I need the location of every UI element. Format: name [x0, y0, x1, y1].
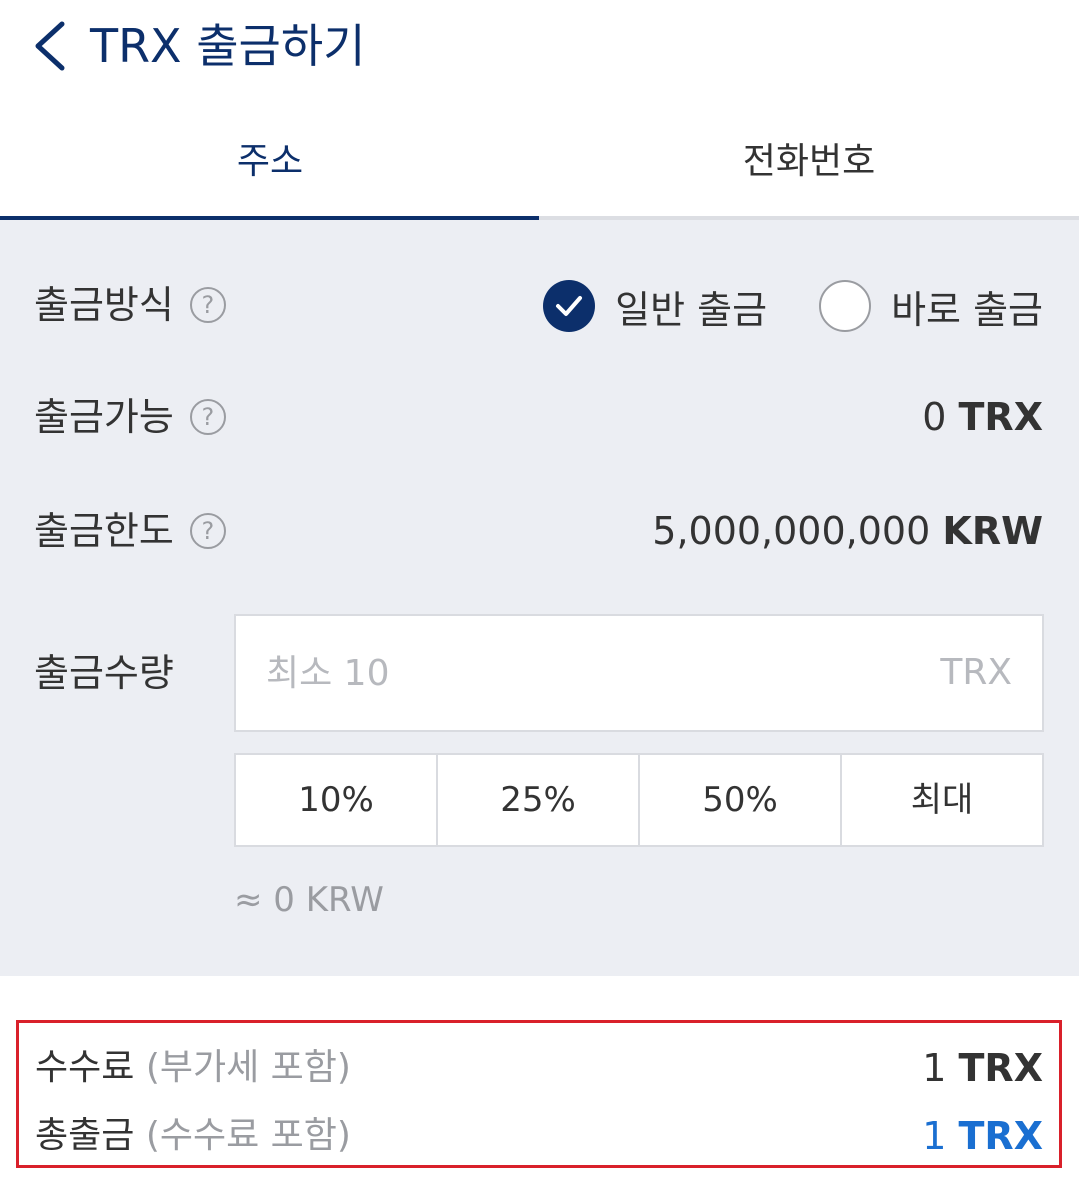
radio-instant-withdraw[interactable]: 바로 출금: [819, 279, 1043, 334]
method-radio-group: 일반 출금 바로 출금: [543, 278, 1043, 334]
header: TRX 출금하기: [0, 0, 1079, 100]
help-icon[interactable]: ?: [189, 512, 226, 549]
radio-instant-label: 바로 출금: [891, 287, 1043, 332]
limit-amount: 5,000,000,000: [652, 509, 931, 553]
quantity-input[interactable]: [266, 616, 866, 730]
chevron-left-icon: [35, 21, 65, 71]
radio-normal-withdraw[interactable]: 일반 출금: [543, 279, 767, 334]
tab-phone[interactable]: 전화번호: [539, 100, 1079, 220]
total-value: 1 TRX: [922, 1111, 1043, 1161]
fee-label-text: 수수료: [35, 1047, 135, 1088]
available-value: 0 TRX: [922, 392, 1043, 442]
quantity-field: TRX: [234, 614, 1044, 732]
preset-50-button[interactable]: 50%: [638, 755, 840, 845]
withdraw-form: 출금방식? 일반 출금 바로 출금 출금가능? 0 TRX 출금한도? 5,00…: [0, 220, 1079, 976]
checkmark-icon: [543, 280, 596, 332]
fee-label-sub: (부가세 포함): [145, 1047, 351, 1088]
radio-empty-icon: [819, 280, 872, 332]
quantity-unit: TRX: [940, 652, 1012, 693]
limit-value: 5,000,000,000 KRW: [652, 506, 1043, 556]
back-button[interactable]: [28, 16, 78, 76]
fee-label: 수수료 (부가세 포함): [35, 1043, 351, 1093]
available-unit: TRX: [958, 395, 1043, 439]
total-label: 총출금 (수수료 포함): [35, 1111, 351, 1161]
fee-amount: 1: [922, 1046, 947, 1090]
radio-normal-label: 일반 출금: [615, 287, 768, 332]
fee-value: 1 TRX: [922, 1043, 1043, 1093]
limit-row-label: 출금한도?: [34, 506, 226, 556]
available-label: 출금가능: [34, 395, 174, 439]
page-title: TRX 출금하기: [90, 19, 366, 73]
quantity-presets: 10% 25% 50% 최대: [234, 753, 1044, 847]
total-label-text: 총출금: [35, 1115, 135, 1156]
tab-bar: 주소 전화번호: [0, 100, 1079, 220]
available-row-label: 출금가능?: [34, 392, 226, 442]
quantity-label: 출금수량: [34, 651, 174, 695]
tab-address[interactable]: 주소: [0, 100, 540, 220]
total-unit: TRX: [958, 1114, 1043, 1158]
limit-unit: KRW: [942, 509, 1043, 553]
preset-10-button[interactable]: 10%: [236, 755, 436, 845]
help-icon[interactable]: ?: [189, 398, 226, 435]
available-amount: 0: [922, 395, 947, 439]
preset-max-button[interactable]: 최대: [840, 755, 1042, 845]
help-icon[interactable]: ?: [189, 286, 226, 323]
fee-summary: 수수료 (부가세 포함) 1 TRX 총출금 (수수료 포함) 1 TRX: [16, 1020, 1062, 1168]
fee-unit: TRX: [958, 1046, 1043, 1090]
method-row-label: 출금방식?: [34, 280, 226, 330]
limit-label: 출금한도: [34, 509, 174, 553]
method-label: 출금방식: [34, 283, 174, 327]
total-amount: 1: [922, 1114, 947, 1158]
krw-estimate: ≈ 0 KRW: [234, 880, 384, 920]
total-label-sub: (수수료 포함): [145, 1115, 351, 1156]
preset-25-button[interactable]: 25%: [436, 755, 638, 845]
